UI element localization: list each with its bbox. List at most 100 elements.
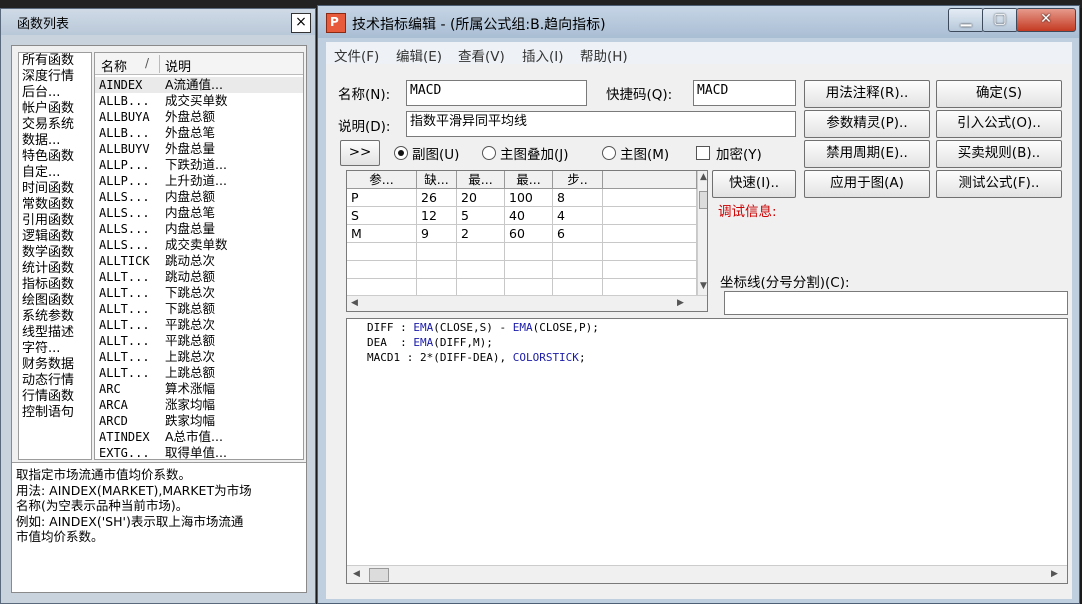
grid-header-cell[interactable] — [603, 171, 697, 189]
grid-cell[interactable]: 2 — [457, 225, 505, 243]
function-row[interactable]: ALLT... 跳动总额 — [95, 269, 303, 285]
grid-cell[interactable] — [603, 207, 697, 225]
formula-code-editor[interactable]: DIFF : EMA(CLOSE,S) - EMA(CLOSE,P); DEA … — [346, 318, 1068, 584]
category-item[interactable]: 深度行情 — [19, 69, 91, 85]
grid-cell[interactable] — [347, 243, 417, 261]
function-row[interactable]: ALLBUYV 外盘总量 — [95, 141, 303, 157]
grid-cell[interactable]: 40 — [505, 207, 553, 225]
function-row[interactable]: ALLT... 上跳总次 — [95, 349, 303, 365]
grid-cell[interactable] — [553, 261, 603, 279]
category-item[interactable]: 帐户函数 — [19, 101, 91, 117]
grid-cell[interactable]: 8 — [553, 189, 603, 207]
grid-cell[interactable] — [417, 261, 457, 279]
parameter-grid[interactable]: 参... 缺... 最... 最... 步.. P 26 20 100 8 S 12 5 40 4 M 9 2 60… — [346, 170, 708, 312]
radio-main-chart[interactable] — [602, 146, 616, 160]
grid-cell[interactable]: 60 — [505, 225, 553, 243]
category-item[interactable]: 特色函数 — [19, 149, 91, 165]
function-row[interactable]: ALLT... 上跳总额 — [95, 365, 303, 381]
category-item[interactable]: 财务数据 — [19, 357, 91, 373]
coordinate-lines-field[interactable] — [724, 291, 1068, 315]
category-item[interactable]: 指标函数 — [19, 277, 91, 293]
grid-header-cell[interactable]: 缺... — [417, 171, 457, 189]
function-table[interactable]: 名称 / 说明 AINDEX A流通值... ALLB... 成交买单数 ALLBUYA… — [94, 52, 304, 460]
grid-cell[interactable]: 4 — [553, 207, 603, 225]
usage-notes-button[interactable]: 用法注释(R).. — [804, 80, 930, 108]
column-name-header[interactable]: 名称 — [101, 56, 127, 75]
grid-cell[interactable] — [603, 261, 697, 279]
category-item[interactable]: 控制语句 — [19, 405, 91, 421]
grid-cell[interactable]: 12 — [417, 207, 457, 225]
param-wizard-button[interactable]: 参数精灵(P).. — [804, 110, 930, 138]
grid-cell[interactable]: 20 — [457, 189, 505, 207]
function-row[interactable]: ALLS... 内盘总量 — [95, 221, 303, 237]
menu-file[interactable]: 文件(F) — [334, 45, 379, 65]
code-scroll-thumb[interactable] — [369, 568, 389, 582]
function-row[interactable]: ALLP... 上升劲道... — [95, 173, 303, 189]
grid-cell[interactable] — [553, 243, 603, 261]
category-item[interactable]: 逻辑函数 — [19, 229, 91, 245]
grid-cell[interactable] — [603, 243, 697, 261]
function-row[interactable]: ALLT... 平跳总次 — [95, 317, 303, 333]
grid-scroll-thumb[interactable] — [699, 191, 707, 209]
grid-cell[interactable] — [603, 189, 697, 207]
grid-header-cell[interactable]: 参... — [347, 171, 417, 189]
grid-cell[interactable]: M — [347, 225, 417, 243]
code-horizontal-scrollbar[interactable]: ◀ ▶ — [347, 565, 1067, 583]
category-item[interactable]: 后台... — [19, 85, 91, 101]
function-row[interactable]: ALLT... 下跳总额 — [95, 301, 303, 317]
category-item[interactable]: 行情函数 — [19, 389, 91, 405]
function-row[interactable]: ALLS... 内盘总额 — [95, 189, 303, 205]
grid-cell[interactable] — [457, 261, 505, 279]
trade-rules-button[interactable]: 买卖规则(B).. — [936, 140, 1062, 168]
menu-edit[interactable]: 编辑(E) — [396, 45, 442, 65]
grid-horizontal-scrollbar[interactable]: ◀ ▶ — [347, 295, 707, 311]
scroll-right-icon[interactable]: ▶ — [677, 298, 684, 308]
category-item[interactable]: 时间函数 — [19, 181, 91, 197]
grid-cell[interactable] — [505, 261, 553, 279]
ok-button[interactable]: 确定(S) — [936, 80, 1062, 108]
grid-header-cell[interactable]: 最... — [505, 171, 553, 189]
apply-to-chart-button[interactable]: 应用于图(A) — [804, 170, 930, 198]
scroll-left-icon[interactable]: ◀ — [353, 569, 360, 579]
function-row[interactable]: ALLS... 成交卖单数 — [95, 237, 303, 253]
function-row[interactable]: ATINDEX A总市值... — [95, 429, 303, 445]
function-row[interactable]: ALLT... 下跳总次 — [95, 285, 303, 301]
category-item[interactable]: 动态行情 — [19, 373, 91, 389]
category-item[interactable]: 交易系统 — [19, 117, 91, 133]
close-icon[interactable]: × — [291, 13, 311, 33]
import-formula-button[interactable]: 引入公式(O).. — [936, 110, 1062, 138]
category-item[interactable]: 所有函数 — [19, 53, 91, 69]
function-row[interactable]: AINDEX A流通值... — [95, 77, 303, 93]
disable-period-button[interactable]: 禁用周期(E).. — [804, 140, 930, 168]
grid-vertical-scrollbar[interactable]: ▲ ▼ — [697, 171, 707, 295]
function-row[interactable]: ALLTICK 跳动总次 — [95, 253, 303, 269]
grid-header-cell[interactable]: 最... — [457, 171, 505, 189]
menu-insert[interactable]: 插入(I) — [522, 45, 564, 65]
grid-header-cell[interactable]: 步.. — [553, 171, 603, 189]
category-item[interactable]: 统计函数 — [19, 261, 91, 277]
grid-cell[interactable]: 6 — [553, 225, 603, 243]
scroll-down-icon[interactable]: ▼ — [700, 281, 707, 291]
description-field[interactable]: 指数平滑异同平均线 — [406, 111, 796, 137]
menu-help[interactable]: 帮助(H) — [580, 45, 628, 65]
function-row[interactable]: EXTG... 取得单值... — [95, 445, 303, 459]
function-row[interactable]: ALLB... 外盘总笔 — [95, 125, 303, 141]
grid-cell[interactable]: 5 — [457, 207, 505, 225]
grid-cell[interactable]: 26 — [417, 189, 457, 207]
category-item[interactable]: 引用函数 — [19, 213, 91, 229]
minimize-button[interactable]: ▁ — [948, 8, 984, 32]
quick-button[interactable]: 快速(I).. — [712, 170, 796, 198]
grid-cell[interactable] — [347, 261, 417, 279]
scroll-up-icon[interactable]: ▲ — [700, 172, 707, 182]
function-row[interactable]: ARC 算术涨幅 — [95, 381, 303, 397]
grid-cell[interactable]: 100 — [505, 189, 553, 207]
grid-cell[interactable]: S — [347, 207, 417, 225]
grid-cell[interactable] — [505, 243, 553, 261]
category-item[interactable]: 绘图函数 — [19, 293, 91, 309]
function-row[interactable]: ARCD 跌家均幅 — [95, 413, 303, 429]
radio-sub-chart[interactable] — [394, 146, 408, 160]
column-desc-header[interactable]: 说明 — [165, 56, 191, 75]
function-row[interactable]: ALLBUYA 外盘总额 — [95, 109, 303, 125]
grid-cell[interactable] — [417, 243, 457, 261]
category-item[interactable]: 字符... — [19, 341, 91, 357]
